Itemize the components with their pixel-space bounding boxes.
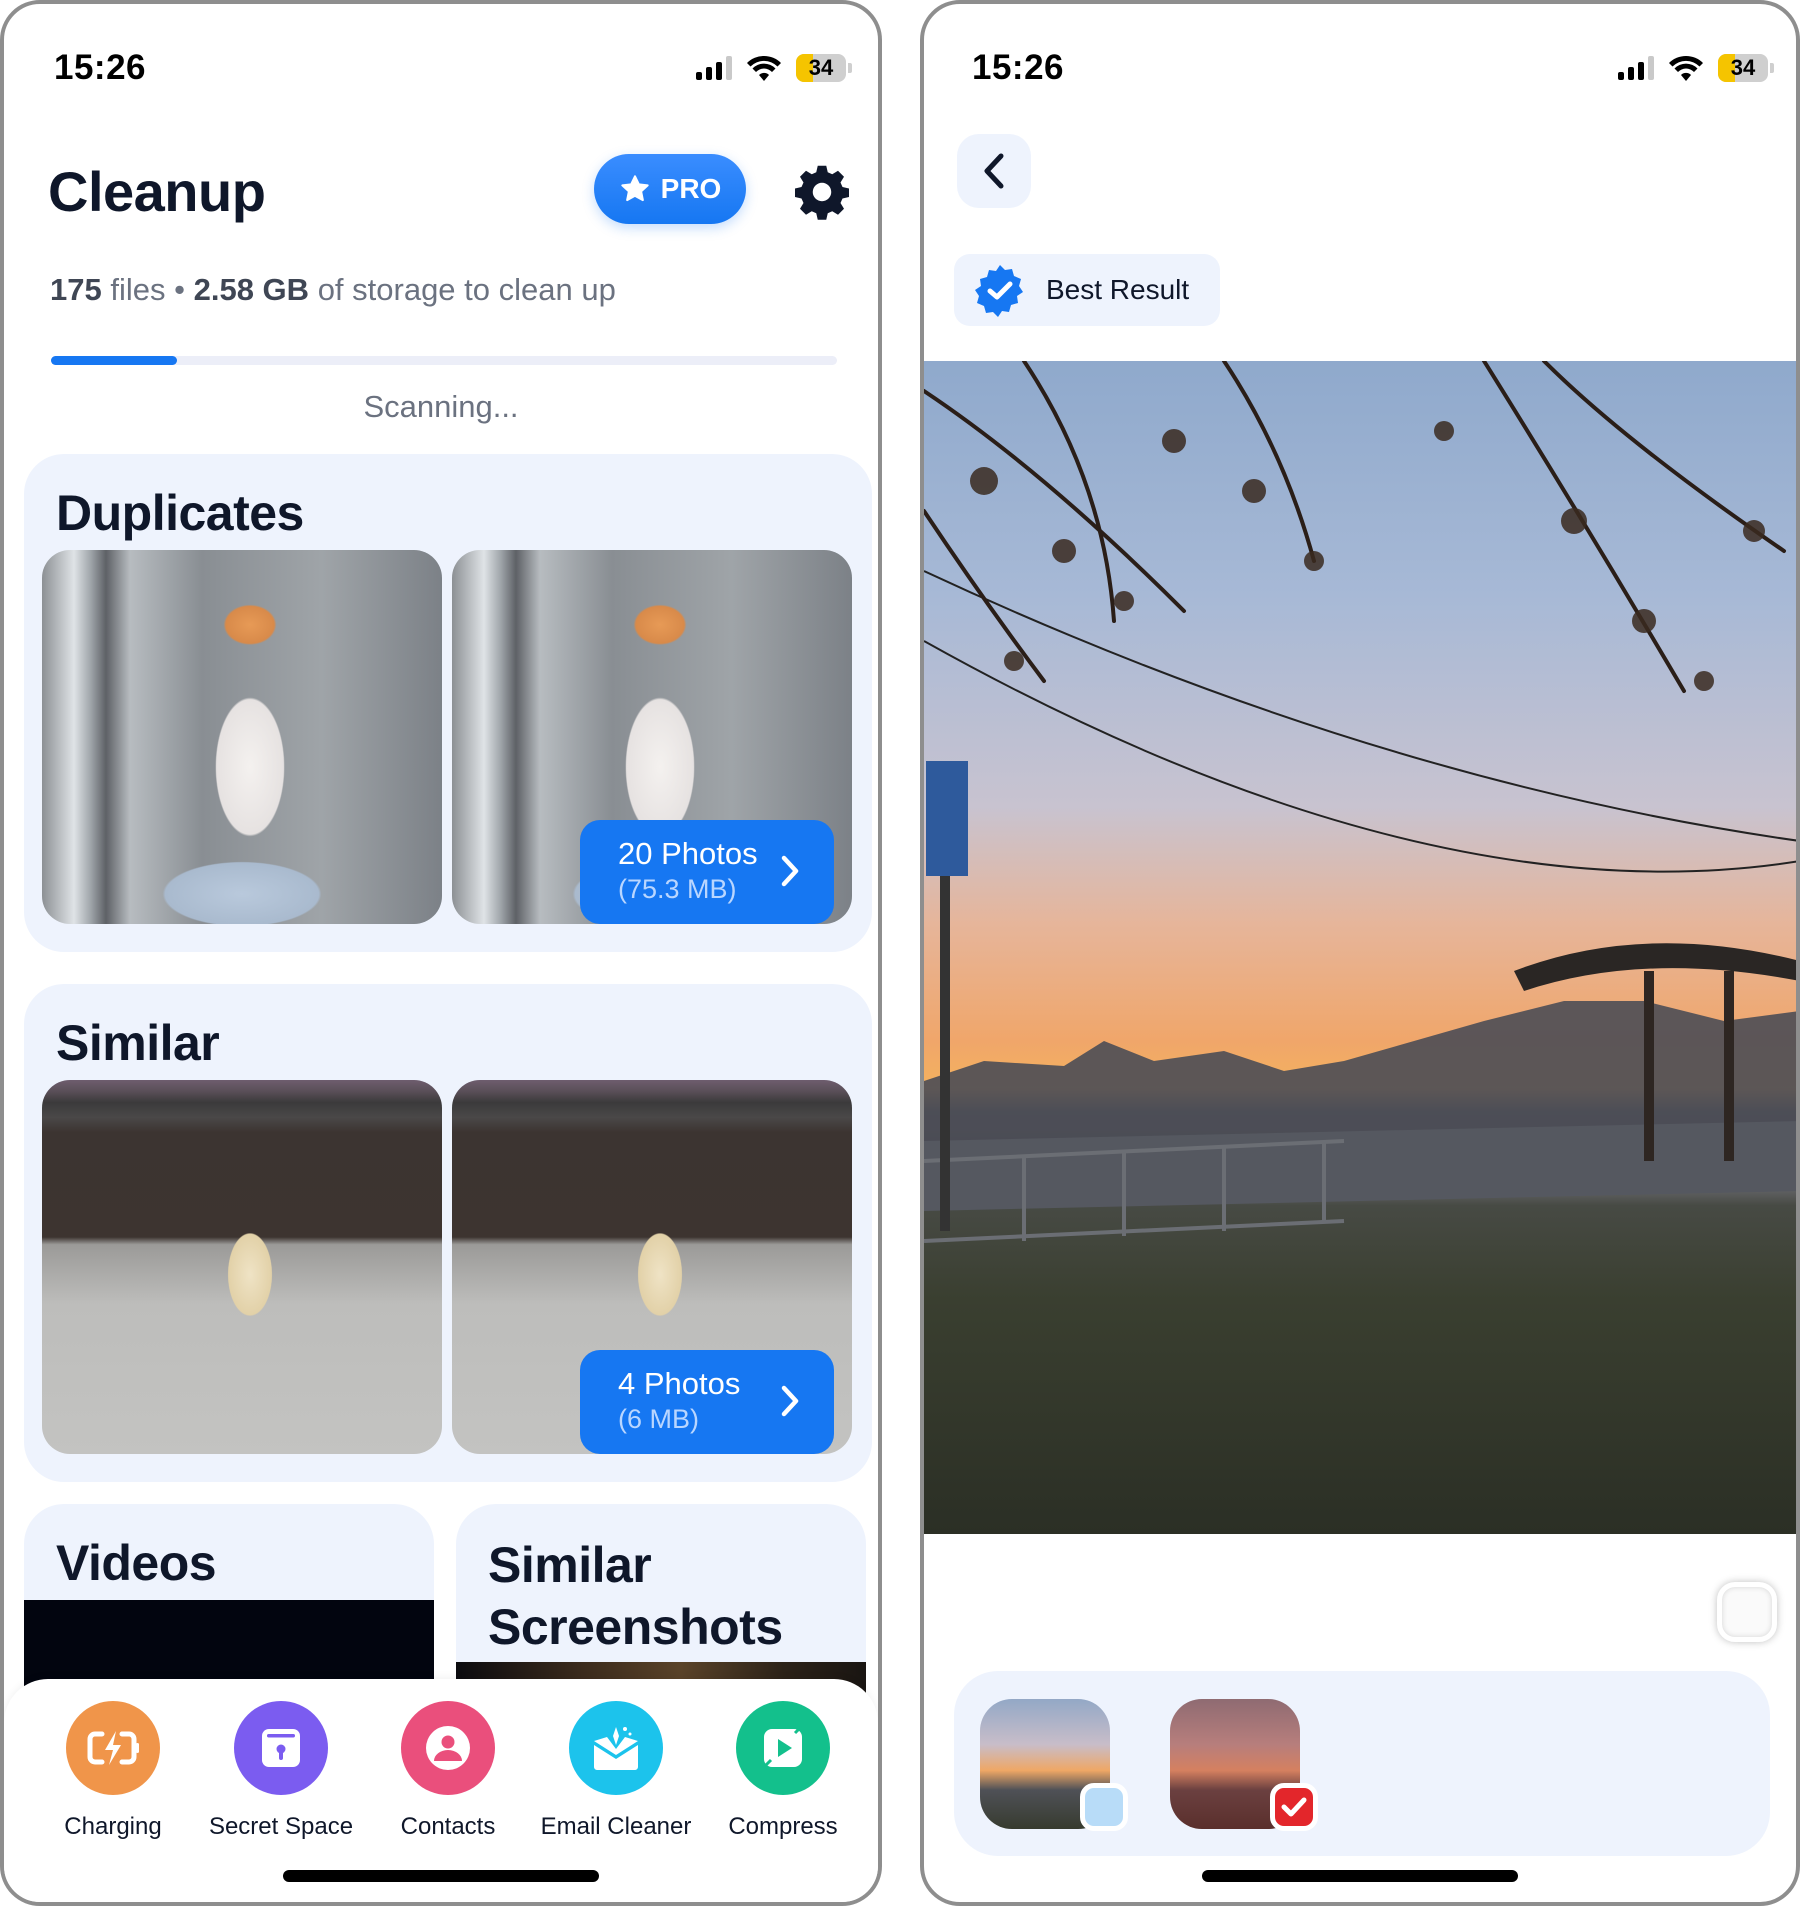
home-indicator [283,1870,599,1882]
charging-icon [66,1701,160,1795]
battery-icon: 34 [1718,54,1768,82]
status-time: 15:26 [972,48,1065,87]
storage-suffix: of storage to clean up [317,272,616,307]
similar-card[interactable]: Similar 4 Photos (6 MB) [24,984,872,1482]
home-indicator [1202,1870,1518,1882]
chevron-left-icon [984,153,1004,189]
scanning-status: Scanning... [363,389,519,424]
cellular-signal-icon [696,56,732,80]
duplicates-count: 20 Photos [618,836,758,871]
thumbnail-tray [954,1671,1770,1856]
duplicates-open-button[interactable]: 20 Photos (75.3 MB) [580,820,834,924]
battery-level: 34 [1730,55,1756,80]
similar-open-button[interactable]: 4 Photos (6 MB) [580,1350,834,1454]
pro-button[interactable]: PRO [594,154,746,224]
duplicates-size: (75.3 MB) [618,874,737,904]
checkmark-icon [1281,1797,1307,1817]
cleanup-screen: 15:26 34 Cleanup PRO 175 files • 2.58 GB… [0,0,882,1906]
duplicate-photo[interactable]: 20 Photos (75.3 MB) [452,550,852,924]
status-bar: 15:26 34 [4,44,878,94]
chevron-right-icon [781,855,799,887]
thumbnail-checkbox[interactable] [1270,1783,1318,1831]
storage-summary: 175 files • 2.58 GB of storage to clean … [50,272,616,308]
email-sparkle-icon [569,1701,663,1795]
duplicates-card[interactable]: Duplicates 20 Photos (75.3 MB) [24,454,872,952]
battery-icon: 34 [796,54,846,82]
tool-compress[interactable]: Compress [698,1701,868,1841]
tool-label: Email Cleaner [540,1813,692,1840]
title-line-2: Screenshots [488,1599,783,1655]
tools-bar: Charging Secret Space Contacts Email Cle… [4,1679,878,1902]
main-photo [924,361,1796,1534]
similar-photo[interactable] [42,1080,442,1454]
separator: • [174,272,185,307]
similar-count: 4 Photos [618,1366,741,1401]
select-checkbox[interactable] [1717,1582,1777,1642]
contact-icon [401,1701,495,1795]
cellular-signal-icon [1618,56,1654,80]
duplicate-photo[interactable] [42,550,442,924]
status-time: 15:26 [54,48,147,87]
star-icon [620,175,649,202]
page-title: Cleanup [48,160,266,223]
title-line-1: Similar [488,1537,652,1593]
videos-title: Videos [56,1535,217,1591]
files-count: 175 [50,272,102,307]
tool-charging[interactable]: Charging [28,1701,198,1841]
wifi-icon [747,55,781,81]
similar-title: Similar [56,1015,220,1071]
back-button[interactable] [957,134,1031,208]
tool-label: Compress [728,1813,838,1840]
lock-folder-icon [234,1701,328,1795]
similar-photo[interactable]: 4 Photos (6 MB) [452,1080,852,1454]
tool-label: Secret Space [208,1813,354,1840]
battery-level: 34 [808,55,834,80]
tool-email-cleaner[interactable]: Email Cleaner [531,1701,701,1841]
similar-screenshots-title: Similar Screenshots [488,1534,783,1658]
best-result-chip: Best Result [954,254,1220,326]
storage-size: 2.58 GB [193,272,310,307]
thumbnail-checkbox[interactable] [1080,1783,1128,1831]
tool-secret-space[interactable]: Secret Space [196,1701,366,1841]
scan-progress-bar [51,356,837,365]
duplicates-title: Duplicates [56,485,304,541]
tool-contacts[interactable]: Contacts [363,1701,533,1841]
compress-video-icon [736,1701,830,1795]
files-label: files [110,272,166,307]
similar-size: (6 MB) [618,1404,699,1434]
pro-label: PRO [660,173,722,204]
best-result-label: Best Result [1046,274,1190,305]
tool-label: Contacts [400,1813,496,1840]
tool-label: Charging [64,1813,162,1840]
best-result-screen: 15:26 34 Best Result [920,0,1800,1906]
gear-icon[interactable] [792,162,852,222]
wifi-icon [1669,55,1703,81]
verified-badge-icon [975,265,1023,317]
scan-progress-fill [51,356,177,365]
status-bar: 15:26 34 [924,44,1796,94]
chevron-right-icon [781,1385,799,1417]
